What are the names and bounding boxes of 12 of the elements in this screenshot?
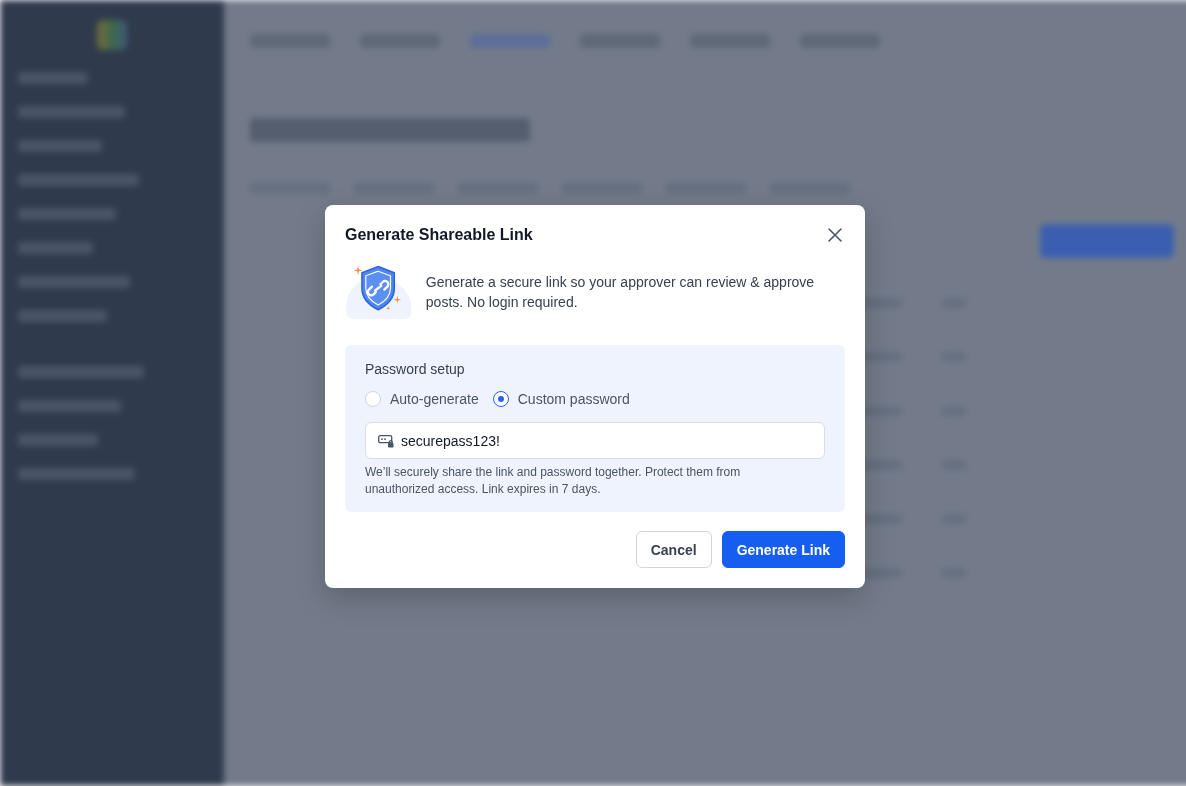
radio-label[interactable]: Auto-generate xyxy=(390,391,479,407)
radio-label[interactable]: Custom password xyxy=(517,391,630,407)
close-icon[interactable] xyxy=(825,225,845,245)
dialog-description: Generate a secure link so your approver can review & approve posts. No login required. xyxy=(425,273,816,312)
section-label: Password setup xyxy=(365,361,466,377)
cancel-button[interactable]: Cancel xyxy=(635,531,712,568)
generate-button[interactable]: Generate Link xyxy=(721,531,845,568)
dialog-title: Generate Shareable Link xyxy=(345,226,533,244)
help-text: We’ll securely share the link and password together. Protect them from unauthorized access. Link expires in 7 days. xyxy=(365,464,742,498)
password-key-icon xyxy=(378,434,394,448)
radio-button[interactable] xyxy=(492,391,509,407)
password-field[interactable]: securepass123! xyxy=(365,422,825,459)
